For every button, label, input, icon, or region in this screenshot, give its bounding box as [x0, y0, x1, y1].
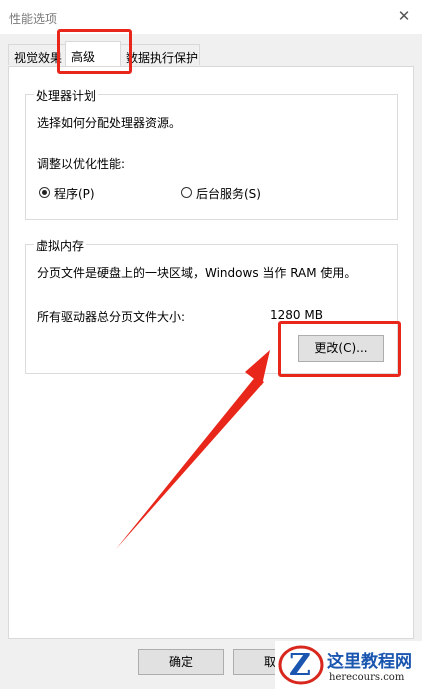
watermark-url: herecours.com: [329, 672, 405, 683]
watermark-brand: 这里教程网: [327, 652, 412, 672]
svg-text:Z: Z: [289, 648, 311, 683]
watermark-logo: Z 这里教程网 herecours.com: [275, 641, 422, 689]
logo-z-icon: Z: [278, 645, 324, 685]
annotation-arrow-icon: [116, 350, 270, 549]
tab-advanced[interactable]: 高级: [65, 41, 121, 66]
